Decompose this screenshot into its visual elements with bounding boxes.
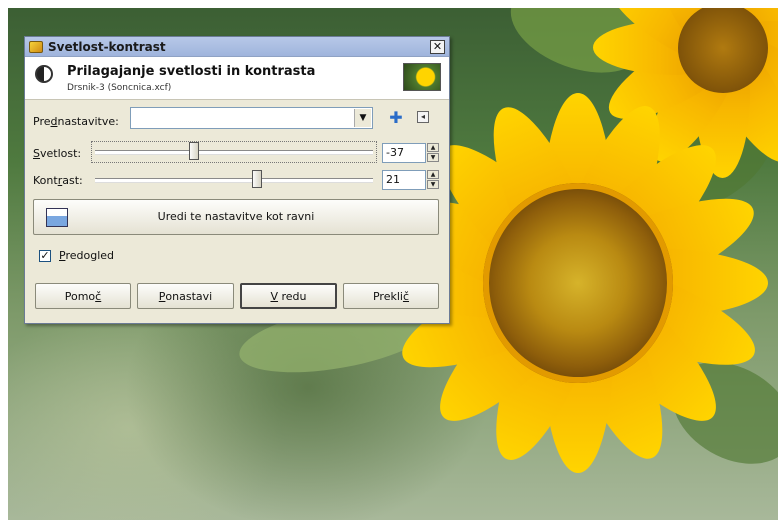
title-bar[interactable]: Svetlost-kontrast ✕ — [25, 37, 449, 57]
close-button[interactable]: ✕ — [430, 39, 445, 54]
brightness-label: Svetlost: — [33, 147, 81, 160]
contrast-slider-handle[interactable] — [251, 170, 262, 188]
edit-as-levels-button[interactable]: Uredi te nastavitve kot ravni — [33, 199, 439, 235]
brightness-value-field[interactable]: -37 — [382, 143, 426, 163]
chevron-down-icon[interactable]: ▼ — [354, 109, 371, 127]
help-button[interactable]: Pomo č — [35, 283, 131, 309]
reset-button-text: onastavi — [165, 289, 213, 303]
dialog-header: Prilagajanje svetlosti in kontrasta Drsn… — [25, 57, 449, 100]
contrast-label-text: Kont — [33, 174, 58, 187]
window-title: Svetlost-kontrast — [48, 39, 166, 54]
brightness-contrast-icon — [35, 65, 53, 83]
presets-label-text: Pre — [33, 115, 51, 128]
spin-down-icon[interactable]: ▼ — [427, 180, 439, 189]
header-title: Prilagajanje svetlosti in kontrasta — [67, 64, 316, 79]
cancel-button-accel: č — [402, 289, 410, 303]
cancel-button[interactable]: Prekli č — [343, 283, 439, 309]
contrast-spinner[interactable]: ▲ ▼ — [427, 170, 439, 190]
preview-label[interactable]: Predogled — [59, 249, 114, 262]
brightness-spinner[interactable]: ▲ ▼ — [427, 143, 439, 163]
spin-down-icon[interactable]: ▼ — [427, 153, 439, 162]
spin-up-icon[interactable]: ▲ — [427, 143, 439, 152]
ok-button[interactable]: V redu — [240, 283, 337, 309]
presets-label-text-2: nastavitve: — [57, 115, 119, 128]
presets-combo[interactable]: ▼ — [130, 107, 373, 129]
brightness-label-text: vetlost: — [39, 147, 82, 160]
image-thumbnail — [403, 63, 441, 91]
spin-up-icon[interactable]: ▲ — [427, 170, 439, 179]
preview-checkbox[interactable]: ✓ — [39, 250, 51, 262]
cancel-button-text: Prekli — [372, 289, 403, 303]
contrast-label: Kontrast: — [33, 174, 83, 187]
brightness-contrast-dialog: Svetlost-kontrast ✕ Prilagajanje svetlos… — [24, 36, 450, 324]
ok-button-text: redu — [278, 289, 307, 303]
contrast-label-text-2: ast: — [62, 174, 83, 187]
reset-button-accel: P — [158, 289, 166, 303]
header-subtitle: Drsnik-3 (Soncnica.xcf) — [67, 83, 172, 93]
add-preset-icon[interactable]: ✚ — [389, 110, 403, 126]
edit-as-levels-label: Uredi te nastavitve kot ravni — [157, 210, 315, 223]
brightness-slider-track[interactable] — [95, 150, 373, 155]
presets-label: Prednastavitve: — [33, 115, 119, 128]
app-icon — [29, 40, 43, 53]
help-button-text: Pomo — [64, 289, 96, 303]
ok-button-accel: V — [270, 289, 279, 303]
contrast-slider-track[interactable] — [95, 178, 373, 183]
brightness-label-accel: S — [33, 147, 40, 160]
reset-button[interactable]: Ponastavi — [137, 283, 234, 309]
preset-menu-icon[interactable]: ◂ — [417, 111, 429, 123]
contrast-value-field[interactable]: 21 — [382, 170, 426, 190]
help-button-accel: č — [95, 289, 102, 303]
preview-label-text: redogled — [65, 249, 115, 262]
brightness-slider-handle[interactable] — [188, 142, 199, 160]
